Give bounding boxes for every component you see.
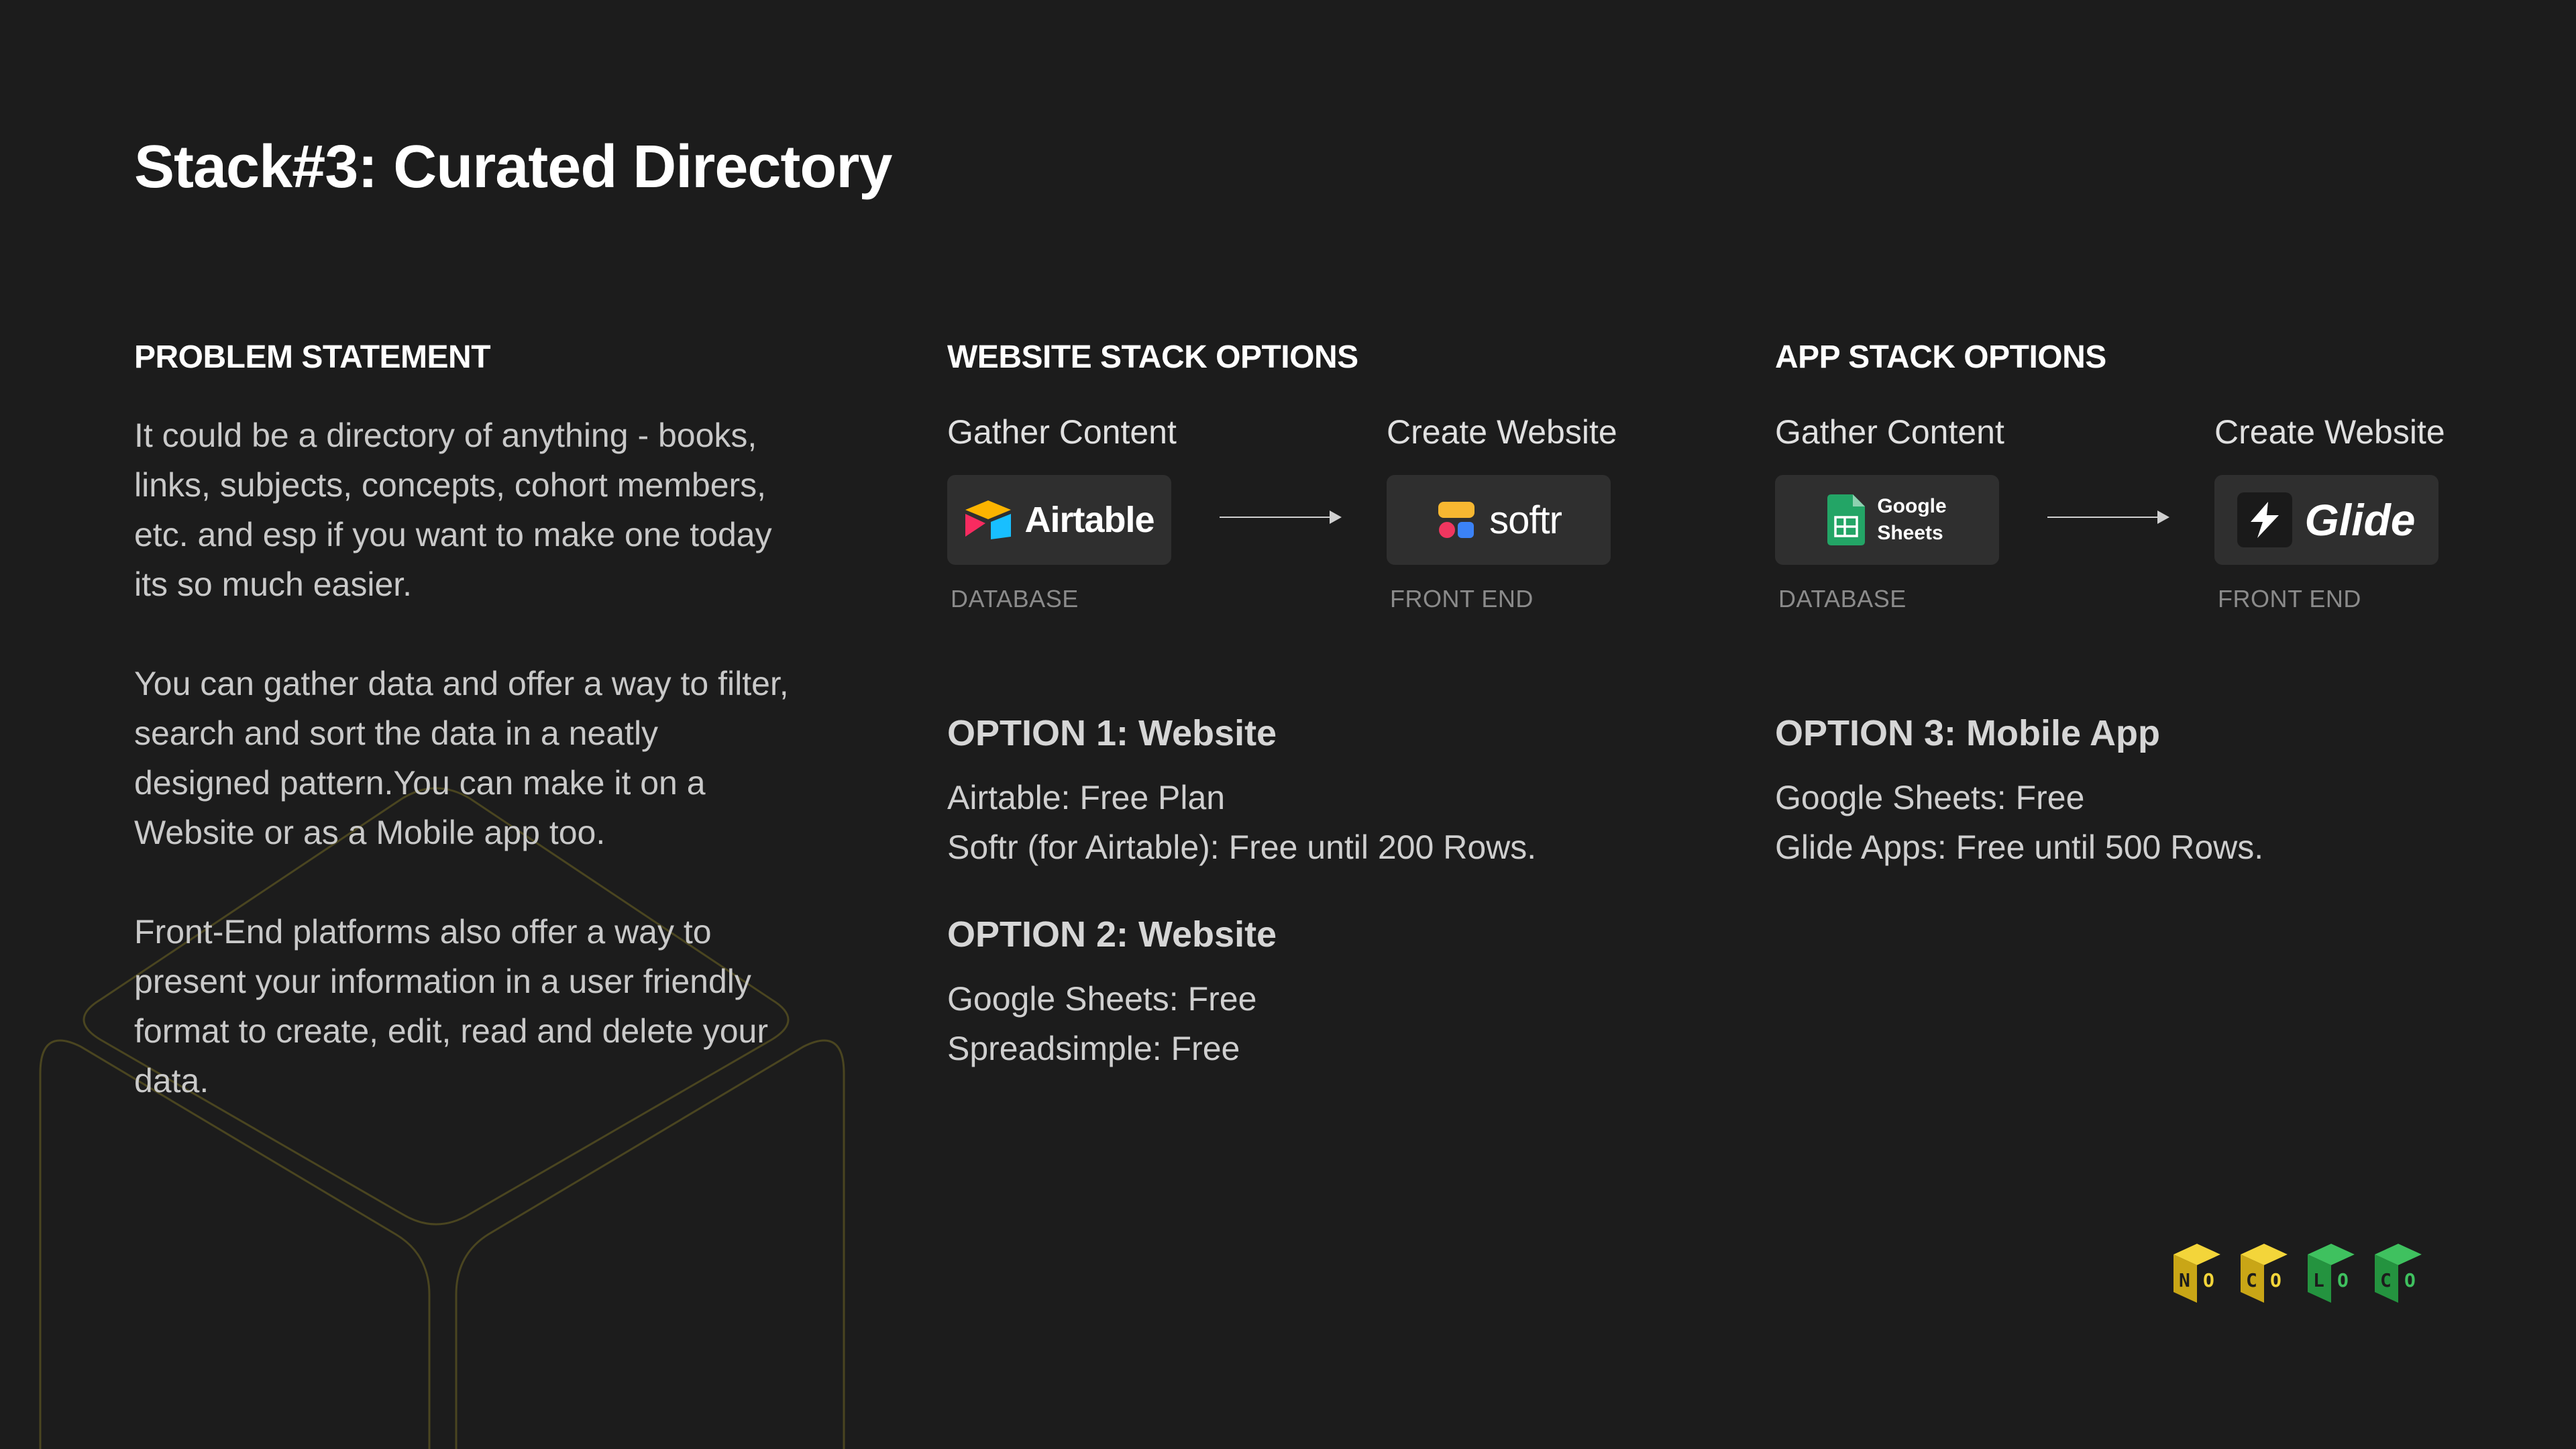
airtable-logo-card: Airtable <box>947 475 1171 565</box>
option1-line: Softr (for Airtable): Free until 200 Row… <box>947 828 1537 866</box>
softr-logo-card: softr <box>1387 475 1611 565</box>
problem-statement-text: It could be a directory of anything - bo… <box>134 411 792 1155</box>
google-sheets-wordmark: Google Sheets <box>1877 493 1946 547</box>
google-sheets-wordmark-line: Google <box>1877 495 1947 517</box>
nocoloco-logo: N O C O L O C O <box>2174 1244 2422 1303</box>
website-step-create: Create Website <box>1387 413 1617 451</box>
website-frontend-caption: FRONT END <box>1390 585 1534 612</box>
website-flow-arrow <box>1220 511 1342 524</box>
glide-wordmark: Glide <box>2304 495 2416 545</box>
problem-paragraph: Front-End platforms also offer a way to … <box>134 913 768 1099</box>
brand-letter: O <box>2404 1269 2416 1291</box>
airtable-wordmark: Airtable <box>1024 500 1155 540</box>
website-database-caption: DATABASE <box>951 585 1079 612</box>
app-step-gather: Gather Content <box>1775 413 2004 451</box>
softr-icon <box>1438 502 1475 538</box>
website-stack-heading: WEBSITE STACK OPTIONS <box>947 339 1358 375</box>
option3-title: OPTION 3: Mobile App <box>1775 713 2160 753</box>
brand-letter: C <box>2380 1269 2392 1291</box>
airtable-icon <box>965 500 1012 539</box>
google-sheets-icon <box>1827 494 1866 545</box>
brand-letter: O <box>2203 1269 2214 1291</box>
app-frontend-caption: FRONT END <box>2218 585 2361 612</box>
glide-icon <box>2237 492 2293 547</box>
brand-letter: O <box>2337 1269 2349 1291</box>
brand-letter: N <box>2179 1269 2190 1291</box>
option1-title: OPTION 1: Website <box>947 713 1277 753</box>
brand-letter: L <box>2313 1269 2324 1291</box>
option2-line: Google Sheets: Free <box>947 980 1257 1018</box>
app-flow-arrow <box>2047 511 2169 524</box>
option1-line: Airtable: Free Plan <box>947 779 1226 816</box>
problem-statement-heading: PROBLEM STATEMENT <box>134 339 491 375</box>
brand-letter: C <box>2246 1269 2257 1291</box>
softr-wordmark: softr <box>1489 498 1562 542</box>
problem-paragraph: It could be a directory of anything - bo… <box>134 417 772 603</box>
google-sheets-wordmark-line: Sheets <box>1877 522 1943 544</box>
problem-paragraph: You can gather data and offer a way to f… <box>134 665 789 851</box>
google-sheets-logo-card: Google Sheets <box>1775 475 1999 565</box>
website-step-gather: Gather Content <box>947 413 1177 451</box>
app-database-caption: DATABASE <box>1778 585 1907 612</box>
glide-logo-card: Glide <box>2214 475 2438 565</box>
app-stack-heading: APP STACK OPTIONS <box>1775 339 2106 375</box>
option2-line: Spreadsimple: Free <box>947 1030 1240 1067</box>
app-step-create: Create Website <box>2214 413 2445 451</box>
brand-letter: O <box>2270 1269 2282 1291</box>
page-title: Stack#3: Curated Directory <box>134 133 892 201</box>
option2-title: OPTION 2: Website <box>947 914 1277 955</box>
option3-line: Google Sheets: Free <box>1775 779 2085 816</box>
option3-line: Glide Apps: Free until 500 Rows. <box>1775 828 2264 866</box>
